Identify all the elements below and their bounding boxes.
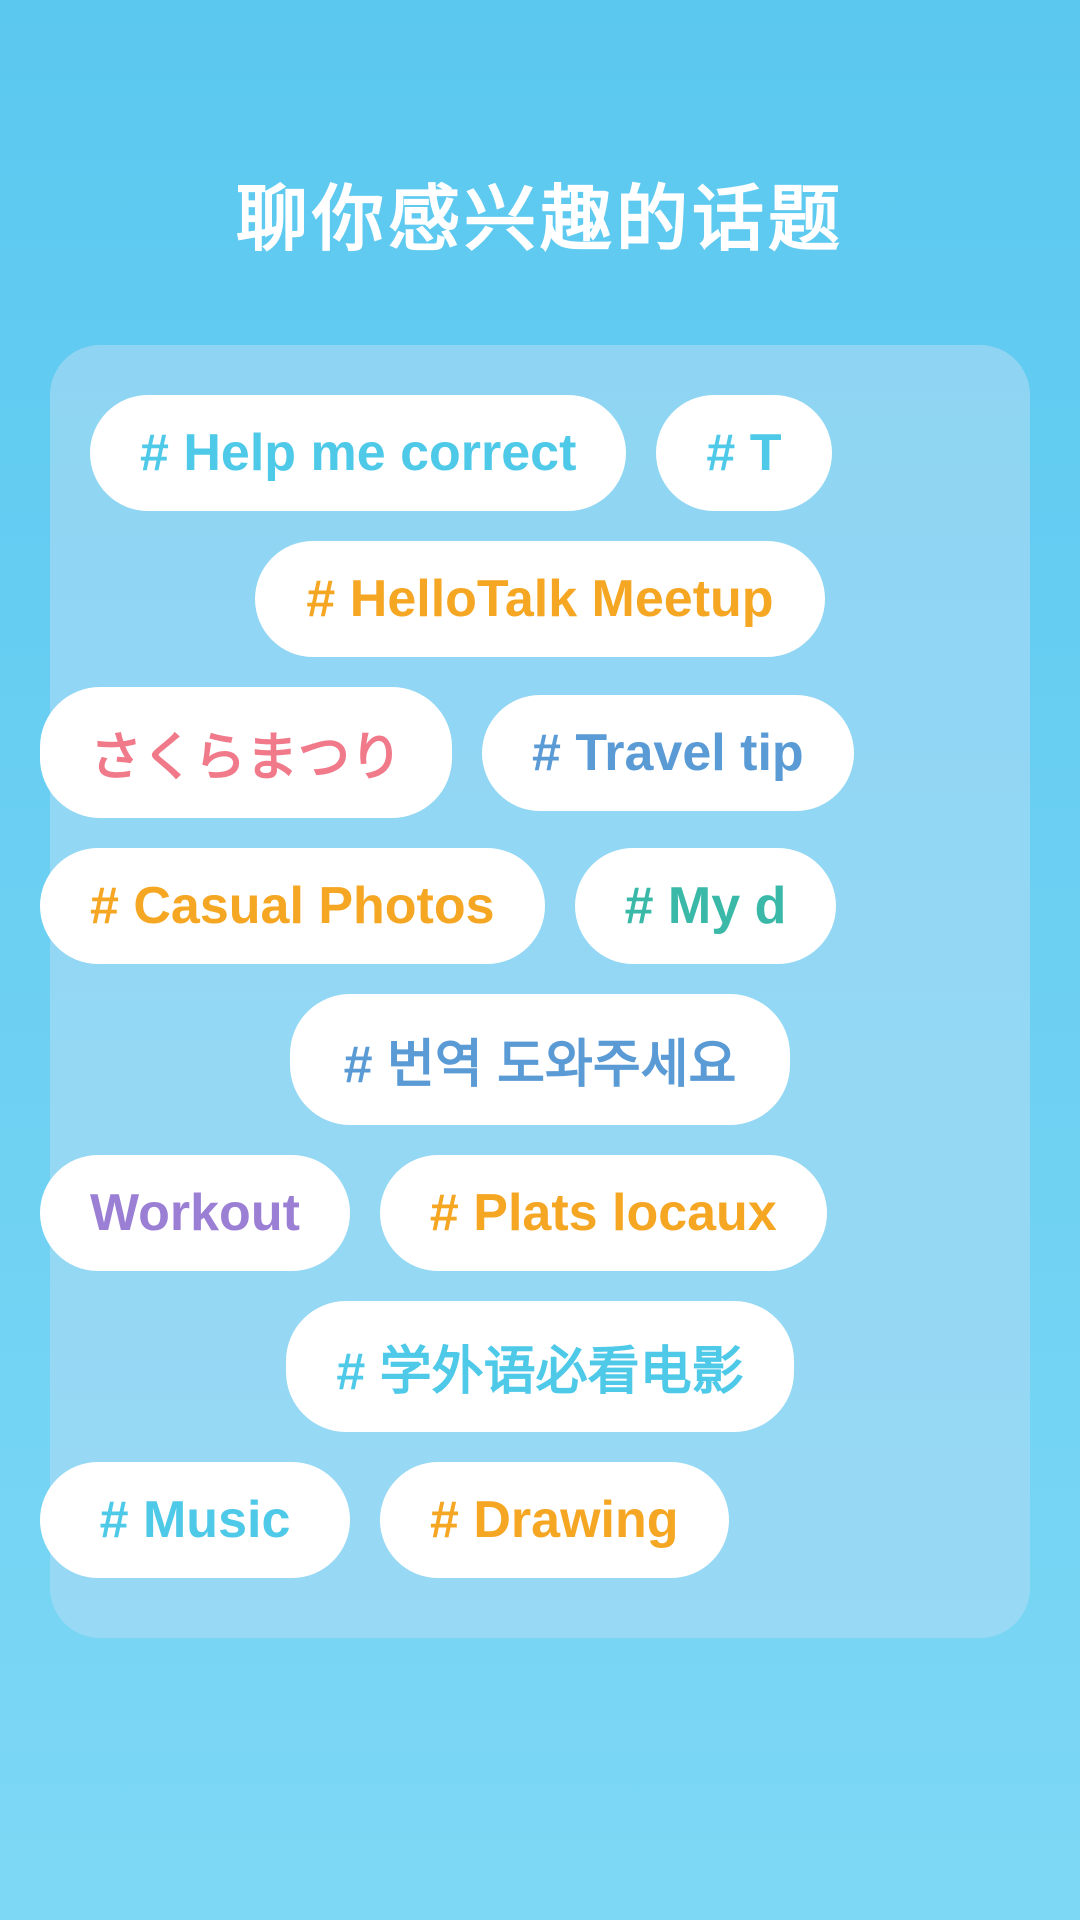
tag-translate-help[interactable]: # 번역 도와주세요 bbox=[290, 994, 790, 1125]
tag-language-movies[interactable]: # 学外语必看电影 bbox=[286, 1301, 793, 1432]
tags-row-1: # Help me correct # T bbox=[90, 395, 990, 511]
tag-sakura-matsuri[interactable]: さくらまつり bbox=[40, 687, 452, 818]
tags-container: # Help me correct # T # HelloTalk Meetup… bbox=[50, 345, 1030, 1638]
tags-row-2: # HelloTalk Meetup bbox=[90, 541, 990, 657]
tag-workout[interactable]: Workout bbox=[40, 1155, 350, 1271]
tags-row-7: # 学外语必看电影 bbox=[90, 1301, 990, 1432]
tags-row-3: さくらまつり # Travel tip bbox=[40, 687, 990, 818]
tags-row-4: # Casual Photos # My d bbox=[40, 848, 990, 964]
tags-row-6: Workout # Plats locaux bbox=[40, 1155, 990, 1271]
tags-row-5: # 번역 도와주세요 bbox=[90, 994, 990, 1125]
tags-row-8: # Music # Drawing bbox=[40, 1462, 990, 1578]
tag-travel-tip[interactable]: # Travel tip bbox=[482, 695, 854, 811]
tag-hellotalk-meetup[interactable]: # HelloTalk Meetup bbox=[255, 541, 825, 657]
tag-plats-locaux[interactable]: # Plats locaux bbox=[380, 1155, 827, 1271]
page-title: 聊你感兴趣的话题 bbox=[0, 0, 1080, 345]
tag-help-me-correct[interactable]: # Help me correct bbox=[90, 395, 626, 511]
tag-my-d[interactable]: # My d bbox=[575, 848, 837, 964]
tag-t-partial[interactable]: # T bbox=[656, 395, 831, 511]
tag-drawing[interactable]: # Drawing bbox=[380, 1462, 729, 1578]
tag-casual-photos[interactable]: # Casual Photos bbox=[40, 848, 545, 964]
tag-music[interactable]: # Music bbox=[40, 1462, 350, 1578]
